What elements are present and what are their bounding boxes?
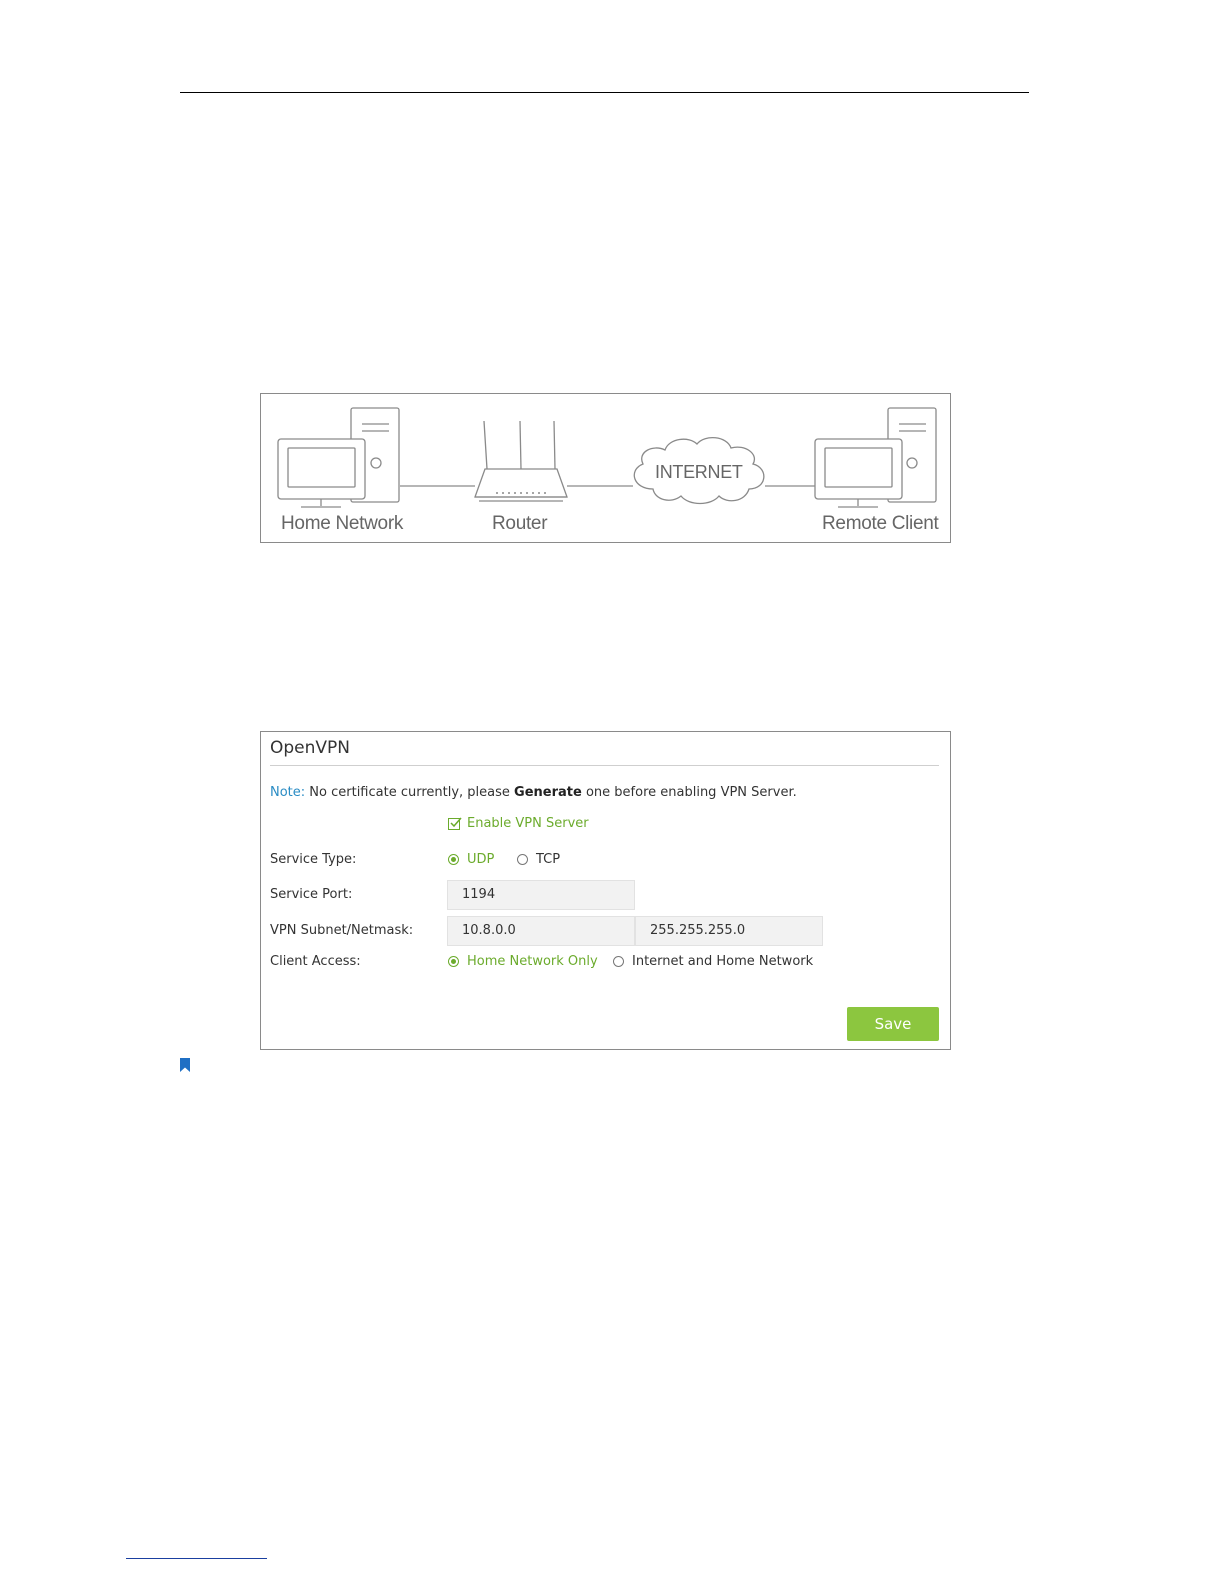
vpn-netmask-input[interactable]: 255.255.255.0 bbox=[635, 916, 823, 946]
service-type-label: Service Type: bbox=[270, 852, 357, 867]
note-label: Note: bbox=[270, 785, 306, 800]
bookmark-icon bbox=[180, 1058, 190, 1072]
note-text-before: No certificate currently, please bbox=[309, 785, 510, 800]
service-port-label: Service Port: bbox=[270, 887, 353, 902]
enable-vpn-server-label: Enable VPN Server bbox=[467, 816, 589, 831]
remote-client-label: Remote Client bbox=[822, 513, 939, 534]
note-generate-keyword: Generate bbox=[514, 785, 582, 800]
radio-unselected-icon bbox=[517, 854, 528, 865]
panel-divider bbox=[270, 765, 939, 766]
radio-selected-icon bbox=[448, 854, 459, 865]
note-text-after: one before enabling VPN Server. bbox=[585, 785, 797, 800]
network-diagram: INTERNET Home Network Router Remote Clie… bbox=[260, 393, 951, 543]
enable-vpn-server-checkbox[interactable]: Enable VPN Server bbox=[448, 816, 589, 831]
internet-and-home-label: Internet and Home Network bbox=[632, 954, 814, 969]
client-access-internet-radio[interactable]: Internet and Home Network bbox=[613, 954, 813, 969]
desktop-computer-icon bbox=[277, 407, 400, 508]
vpn-subnet-input[interactable]: 10.8.0.0 bbox=[447, 916, 635, 946]
save-button[interactable]: Save bbox=[847, 1007, 939, 1041]
router-label: Router bbox=[492, 513, 548, 534]
router-icon bbox=[474, 420, 568, 502]
openvpn-panel: OpenVPN Note: No certificate currently, … bbox=[260, 731, 951, 1050]
udp-option-label: UDP bbox=[467, 852, 495, 867]
radio-unselected-icon bbox=[613, 956, 624, 967]
service-type-udp-radio[interactable]: UDP bbox=[448, 852, 494, 867]
certificate-note: Note: No certificate currently, please G… bbox=[270, 785, 797, 800]
panel-title: OpenVPN bbox=[270, 738, 351, 758]
checkbox-checked-icon bbox=[448, 817, 462, 830]
client-access-home-radio[interactable]: Home Network Only bbox=[448, 954, 598, 969]
service-port-input[interactable]: 1194 bbox=[447, 880, 635, 910]
vpn-subnet-label: VPN Subnet/Netmask: bbox=[270, 923, 414, 938]
service-type-tcp-radio[interactable]: TCP bbox=[517, 852, 560, 867]
desktop-computer-icon bbox=[814, 407, 937, 508]
internet-label: INTERNET bbox=[655, 462, 743, 482]
radio-selected-icon bbox=[448, 956, 459, 967]
client-access-label: Client Access: bbox=[270, 954, 361, 969]
tcp-option-label: TCP bbox=[536, 852, 561, 867]
header-rule bbox=[180, 92, 1029, 93]
home-network-label: Home Network bbox=[281, 513, 404, 534]
footer-rule bbox=[126, 1558, 267, 1559]
home-network-only-label: Home Network Only bbox=[467, 954, 598, 969]
